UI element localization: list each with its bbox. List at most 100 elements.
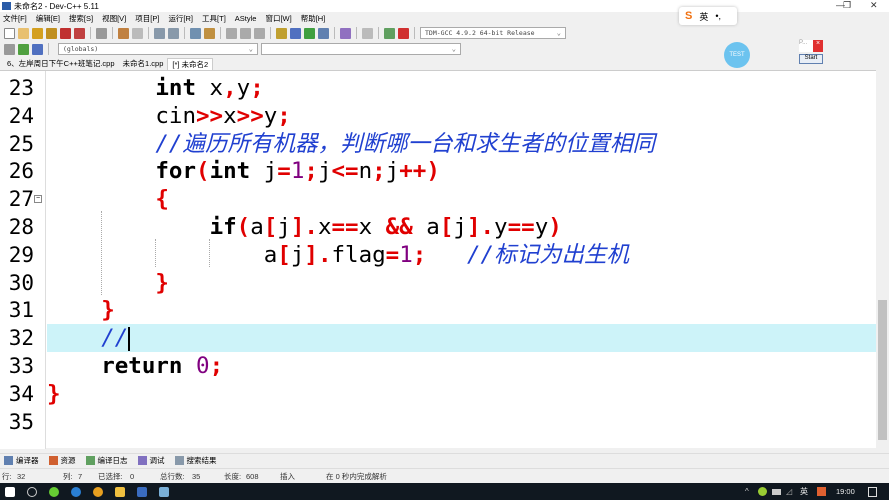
code-line[interactable]: // xyxy=(47,324,876,353)
code-line[interactable]: } xyxy=(47,296,876,324)
symbol-select[interactable]: ⌄ xyxy=(261,43,461,55)
menu-item[interactable]: AStyle xyxy=(235,14,257,23)
maximize-button[interactable]: ❐ xyxy=(843,0,851,11)
line-number: 26 xyxy=(8,159,34,184)
clock[interactable]: 19:00 xyxy=(836,487,855,496)
notification-icon[interactable] xyxy=(868,486,877,497)
menu-item[interactable]: 文件[F] xyxy=(3,13,27,24)
fold-toggle-icon[interactable]: − xyxy=(34,195,42,204)
bottom-tab[interactable]: 资源 xyxy=(48,455,76,466)
compiler-icon xyxy=(4,456,13,465)
windows-start-icon[interactable] xyxy=(5,486,15,497)
replace-icon[interactable] xyxy=(168,27,179,39)
parse-status: 在 0 秒内完成解析 xyxy=(326,471,387,481)
menu-item[interactable]: 搜索[S] xyxy=(69,13,93,24)
tray-app-icon[interactable] xyxy=(758,487,767,496)
bottom-tab[interactable]: 搜索结果 xyxy=(174,455,217,466)
undo-icon[interactable] xyxy=(118,27,129,39)
compile-icon[interactable] xyxy=(276,27,287,39)
scope-select[interactable]: (globals) ⌄ xyxy=(58,43,258,55)
rebuild-icon[interactable] xyxy=(318,27,329,39)
app-taskbar-icon[interactable] xyxy=(159,486,169,497)
stop-icon[interactable] xyxy=(362,27,373,39)
code-line[interactable]: { xyxy=(47,185,876,213)
menu-item[interactable]: 帮助[H] xyxy=(301,13,326,24)
tray-chevron-icon[interactable]: ^ xyxy=(745,487,749,496)
mini-start-button[interactable]: Start xyxy=(799,54,823,64)
code-token-id: a xyxy=(412,214,440,240)
chrome-icon[interactable] xyxy=(93,486,103,497)
bottom-tab[interactable]: 调试 xyxy=(137,455,165,466)
editor-tab[interactable]: 6、左岸周日下午C++班笔记.cpp xyxy=(3,58,119,70)
bottom-tab[interactable]: 编译日志 xyxy=(85,455,128,466)
mini-close-button[interactable]: × xyxy=(813,40,823,52)
ime-punctuation[interactable]: •, xyxy=(715,11,721,21)
search-icon[interactable] xyxy=(27,486,37,497)
debug-icon[interactable] xyxy=(398,27,409,39)
code-token-kw: for xyxy=(155,158,197,185)
text-cursor xyxy=(128,326,131,351)
compiler-select[interactable]: TDM-GCC 4.9.2 64-bit Release ⌄ xyxy=(420,27,566,39)
code-token-op: ( xyxy=(236,214,251,240)
find-icon[interactable] xyxy=(154,27,165,39)
toggle-bookmark-icon[interactable] xyxy=(18,43,29,55)
main-toolbar: TDM-GCC 4.9.2 64-bit Release ⌄ xyxy=(0,25,889,41)
code-token-id: flag xyxy=(331,241,386,268)
scrollbar-thumb[interactable] xyxy=(878,300,887,440)
sogou-tray-icon[interactable] xyxy=(817,487,826,496)
devcpp-taskbar-icon[interactable] xyxy=(137,486,147,497)
code-line[interactable]: } xyxy=(47,380,876,408)
browser-icon[interactable] xyxy=(71,486,81,497)
input-language[interactable]: 英 xyxy=(800,486,808,497)
toggle-comment-icon[interactable] xyxy=(254,27,265,39)
ime-mode[interactable]: 英 xyxy=(699,10,708,23)
code-token-cm: //遍历所有机器，判断哪一台和求生者的位置相同 xyxy=(155,130,655,157)
editor-tab[interactable]: [*] 未命名2 xyxy=(167,58,214,70)
code-line[interactable]: for(int j=1;j<=n;j++) xyxy=(47,157,876,185)
network-icon[interactable]: ◿ xyxy=(786,487,792,496)
open-file-icon[interactable] xyxy=(18,27,29,39)
redo-icon[interactable] xyxy=(132,27,143,39)
new-file-icon[interactable] xyxy=(4,27,15,39)
code-line[interactable]: if(a[j].x==x && a[j].y==y) xyxy=(47,213,876,241)
menu-item[interactable]: 工具[T] xyxy=(202,13,226,24)
editor-tab[interactable]: 未命名1.cpp xyxy=(119,58,168,70)
print-icon[interactable] xyxy=(96,27,107,39)
run-icon[interactable] xyxy=(290,27,301,39)
code-line[interactable]: int x,y; xyxy=(47,74,876,102)
code-line[interactable]: a[j].flag=1; //标记为出生机 xyxy=(47,241,876,269)
file-explorer-icon[interactable] xyxy=(115,486,125,497)
chart-icon[interactable] xyxy=(384,27,395,39)
compile-run-icon[interactable] xyxy=(304,27,315,39)
goto-bookmark-icon[interactable] xyxy=(32,43,43,55)
code-line[interactable]: cin>>x>>y; xyxy=(47,102,876,130)
battery-icon[interactable] xyxy=(772,488,781,495)
indent-icon[interactable] xyxy=(226,27,237,39)
code-editor[interactable]: 23 24 25 26 27−28 29 30 31 32 33 34 35 int x,y; cin… xyxy=(0,70,876,449)
menu-item[interactable]: 项目[P] xyxy=(135,13,159,24)
browser-360-icon[interactable] xyxy=(49,486,59,497)
code-line[interactable] xyxy=(47,408,876,436)
bookmark-icon[interactable] xyxy=(204,27,215,39)
ime-toolbar[interactable]: S 英 •, xyxy=(679,7,737,25)
goto-icon[interactable] xyxy=(190,27,201,39)
menu-item[interactable]: 运行[R] xyxy=(168,13,193,24)
insert-icon[interactable] xyxy=(4,43,15,55)
menu-item[interactable]: 窗口[W] xyxy=(265,13,291,24)
bottom-tab[interactable]: 编译器 xyxy=(4,455,39,466)
save-all-icon[interactable] xyxy=(46,27,57,39)
menu-item[interactable]: 视图[V] xyxy=(102,13,126,24)
code-token-op: . xyxy=(317,241,332,268)
code-line[interactable]: return 0; xyxy=(47,352,876,380)
code-line[interactable]: } xyxy=(47,269,876,297)
unindent-icon[interactable] xyxy=(240,27,251,39)
close-button[interactable]: ✕ xyxy=(870,0,878,11)
menu-item[interactable]: 编辑[E] xyxy=(36,13,60,24)
close-all-icon[interactable] xyxy=(74,27,85,39)
check-syntax-icon[interactable] xyxy=(340,27,351,39)
close-file-icon[interactable] xyxy=(60,27,71,39)
chevron-down-icon: ⌄ xyxy=(451,45,456,53)
code-line[interactable]: //遍历所有机器，判断哪一台和求生者的位置相同 xyxy=(47,130,876,158)
save-icon[interactable] xyxy=(32,27,43,39)
test-floating-ball[interactable]: TEST xyxy=(724,42,750,68)
